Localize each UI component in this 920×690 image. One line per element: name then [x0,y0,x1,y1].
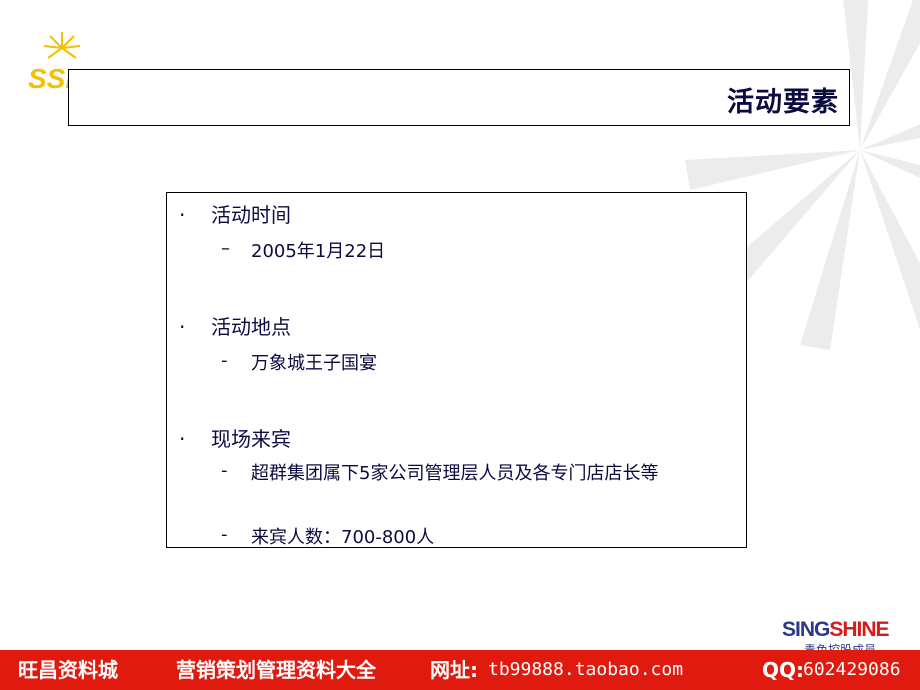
brand-name: SINGSHINE [782,618,890,642]
title-bar: 活动要素 [68,69,850,126]
footer-qq-label: QQ: [762,658,805,682]
dash: - [221,524,228,545]
item-label: 活动时间 [211,203,291,227]
item-label: 活动地点 [211,315,291,339]
content-panel: · 活动时间 – 2005年1月22日 · 活动地点 - 万象城王子国宴 · 现… [166,192,747,548]
footer-qq: 602429086 [803,659,901,680]
dash: - [221,350,228,371]
bullet: · [179,427,186,451]
dash: – [221,238,230,259]
brand-sing: SING [782,618,830,641]
bullet: · [179,203,186,227]
brand-shine: SHINE [829,618,889,641]
singshine-brand: SINGSHINE 青色控股成员 [782,618,920,656]
item-label: 现场来宾 [211,427,291,451]
bullet: · [179,315,186,339]
sub-item-text: 超群集团属下5家公司管理层人员及各专门店店长等 [251,463,659,484]
footer-site-label: 网址: [430,658,478,682]
dash: - [221,460,228,481]
slide-title: 活动要素 [727,87,839,118]
footer-bar: 旺昌资料城 营销策划管理资料大全 网址: tb99888.taobao.com … [0,650,920,690]
footer-left: 旺昌资料城 [18,658,118,682]
sub-item-text: 来宾人数：700-800人 [251,527,435,548]
footer-mid: 营销策划管理资料大全 [176,658,376,682]
sub-item-text: 万象城王子国宴 [251,353,377,374]
footer-site-link[interactable]: tb99888.taobao.com [488,657,683,683]
sub-item-text: 2005年1月22日 [251,241,386,262]
